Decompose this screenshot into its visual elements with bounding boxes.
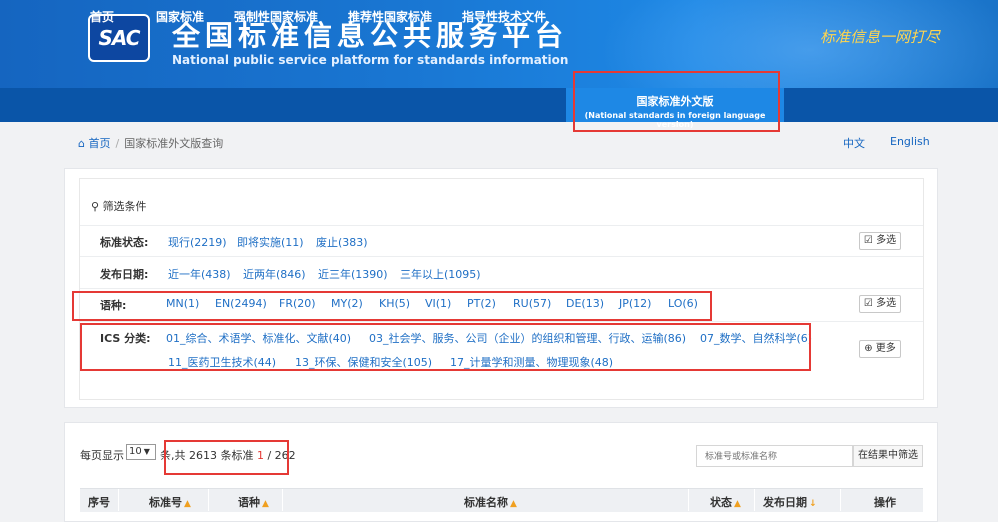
search-input[interactable] (696, 445, 853, 467)
date-option-over-3y[interactable]: 三年以上(1095) (400, 266, 481, 282)
status-option-upcoming[interactable]: 即将实施(11) (237, 234, 304, 250)
divider (80, 225, 923, 226)
header-slogan: 标准信息一网打尽 (820, 28, 941, 46)
nav-mandatory-standards[interactable]: 强制性国家标准 (234, 0, 318, 34)
column-standard-name[interactable]: 标准名称 ▲ (464, 494, 517, 510)
main-nav (0, 88, 998, 122)
column-standard-number[interactable]: 标准号 ▲ (149, 494, 191, 510)
plus-circle-icon: ⊕ (864, 343, 873, 354)
sort-asc-icon: ▲ (184, 499, 191, 509)
filter-title: ⚲ 筛选条件 (91, 200, 147, 213)
ics-more-button[interactable]: ⊕ 更多 (859, 340, 901, 358)
column-actions: 操作 (874, 496, 896, 509)
date-option-1y[interactable]: 近一年(438) (168, 266, 231, 282)
highlight-language-row (72, 291, 712, 321)
breadcrumb-home[interactable]: ⌂ 首页 (78, 137, 110, 150)
divider (80, 256, 923, 257)
date-option-3y[interactable]: 近三年(1390) (318, 266, 388, 282)
sort-asc-icon: ▲ (510, 499, 517, 509)
home-icon: ⌂ (78, 137, 85, 150)
divider (208, 489, 209, 511)
checkbox-icon: ☑ (863, 298, 873, 309)
nav-home[interactable]: 首页 (90, 0, 114, 34)
nav-recommended-standards[interactable]: 推荐性国家标准 (348, 0, 432, 34)
date-label: 发布日期: (100, 268, 149, 281)
checkbox-icon: ☑ (863, 235, 873, 246)
site-subtitle: National public service platform for sta… (172, 53, 569, 67)
sort-desc-icon: ↓ (809, 499, 817, 509)
divider (80, 321, 923, 322)
column-index: 序号 (88, 496, 110, 509)
lang-en[interactable]: English (890, 135, 930, 148)
per-page-label: 每页显示 (80, 449, 124, 462)
breadcrumb: ⌂ 首页 / 国家标准外文版查询 (78, 137, 224, 150)
divider (754, 489, 755, 511)
lang-zh[interactable]: 中文 (843, 135, 865, 151)
sort-asc-icon: ▲ (734, 499, 741, 509)
nav-national-standards[interactable]: 国家标准 (156, 0, 204, 34)
sort-asc-icon: ▲ (262, 499, 269, 509)
language-multi-select-button[interactable]: ☑ 多选 (859, 295, 901, 313)
date-option-2y[interactable]: 近两年(846) (243, 266, 306, 282)
chevron-down-icon: ▼ (143, 447, 150, 456)
divider (840, 489, 841, 511)
breadcrumb-current: 国家标准外文版查询 (124, 137, 224, 150)
status-label: 标准状态: (100, 236, 149, 249)
filter-in-results-button[interactable]: 在结果中筛选 (853, 445, 923, 467)
highlight-nav-box (573, 71, 780, 132)
nav-guidance-documents[interactable]: 指导性技术文件 (462, 0, 546, 34)
column-status[interactable]: 状态 ▲ (710, 494, 741, 510)
status-option-current[interactable]: 现行(2219) (168, 234, 227, 250)
per-page-select[interactable]: 10 ▼ (126, 444, 156, 460)
column-release-date[interactable]: 发布日期 ↓ (763, 494, 817, 510)
divider (118, 489, 119, 511)
status-multi-select-button[interactable]: ☑ 多选 (859, 232, 901, 250)
highlight-ics-row (80, 323, 811, 371)
divider (282, 489, 283, 511)
divider (688, 489, 689, 511)
column-language[interactable]: 语种 ▲ (238, 494, 269, 510)
highlight-result-summary (164, 440, 289, 475)
filter-search-icon: ⚲ (91, 200, 100, 213)
divider (80, 288, 923, 289)
status-option-abolished[interactable]: 废止(383) (316, 234, 368, 250)
